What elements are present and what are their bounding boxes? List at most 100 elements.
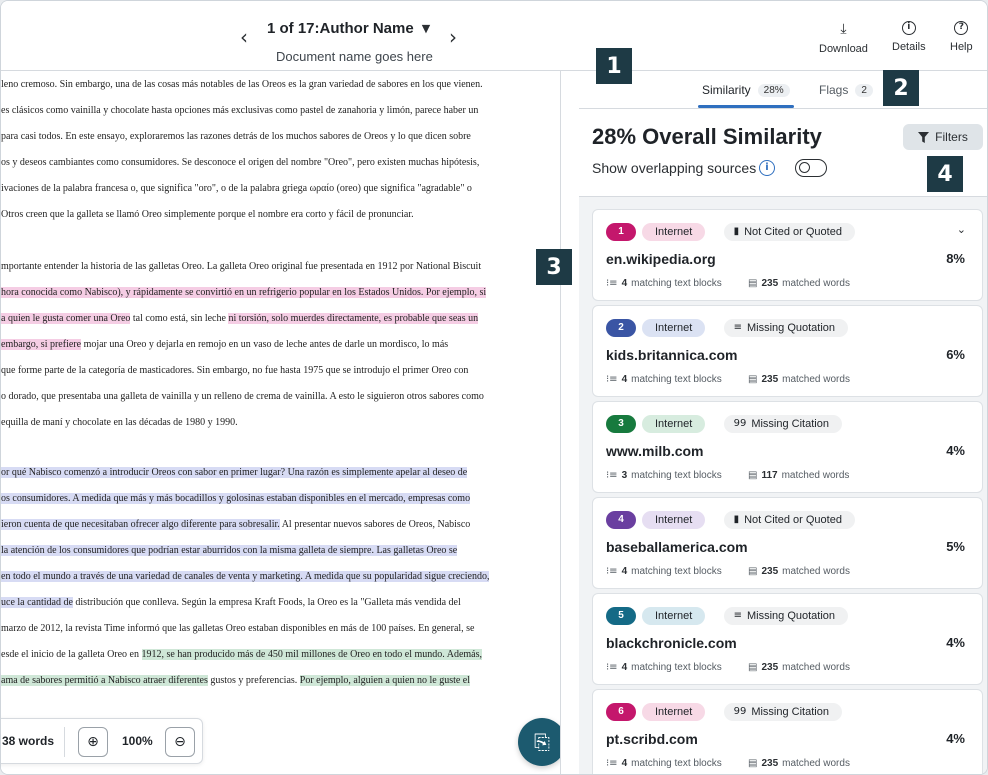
word-count: 38 words xyxy=(2,734,55,748)
source-number-badge: 6 xyxy=(606,703,636,721)
app-window: ‹ 1 of 17:Author Name ▼ Document name go… xyxy=(0,0,988,775)
matched-words: ▤ 117 matched words xyxy=(748,470,849,481)
callout-1: 1 xyxy=(596,48,632,84)
words-label: matched words xyxy=(782,278,850,289)
source-domain[interactable]: en.wikipedia.org xyxy=(606,251,716,267)
document-line: leno cremoso. Sin embargo, una de las co… xyxy=(1,76,487,94)
status-icon: 99 xyxy=(733,418,747,429)
text-segment: que forme parte de la categoría de masti… xyxy=(1,365,469,376)
status-icon: 99 xyxy=(733,706,747,717)
source-card[interactable]: 1 Internet ▮ Not Cited or Quoted ⌄ en.wikiped… xyxy=(592,209,983,301)
source-card[interactable]: 5 Internet ≡ Missing Quotation blackchronicl… xyxy=(592,593,983,685)
list-icon: ⁝≡ xyxy=(606,278,618,289)
source-card[interactable]: 3 Internet 99 Missing Citation www.milb.com 4… xyxy=(592,401,983,493)
highlighted-match[interactable]: en todo el mundo a través de una varieda… xyxy=(1,571,490,582)
details-button[interactable]: i Details xyxy=(892,21,926,53)
chevron-right-icon[interactable]: › xyxy=(441,25,465,49)
overlap-toggle[interactable] xyxy=(795,159,827,177)
status-label: Missing Quotation xyxy=(746,610,836,622)
highlighted-match[interactable]: ni torsión, solo muerdes directamente, e… xyxy=(228,313,479,324)
zoom-out-icon[interactable]: ⊖ xyxy=(165,727,195,757)
blocks-count: 4 xyxy=(621,758,628,769)
divider xyxy=(64,727,65,757)
source-percentage: 5% xyxy=(946,539,965,554)
list-icon: ⁝≡ xyxy=(606,662,618,673)
info-icon[interactable]: i xyxy=(759,160,775,176)
words-count: 235 xyxy=(761,374,779,385)
blocks-count: 4 xyxy=(621,566,628,577)
text-segment: mportante entender la historia de las ga… xyxy=(1,261,482,272)
download-button[interactable]: ⤓ Download xyxy=(819,21,868,55)
status-label: Missing Quotation xyxy=(746,322,836,334)
toggle-knob xyxy=(799,162,810,173)
matching-blocks: ⁝≡ 4 matching text blocks xyxy=(606,278,722,289)
filters-button[interactable]: Filters xyxy=(903,124,983,150)
highlighted-match[interactable]: uce la cantidad de xyxy=(1,597,73,608)
highlighted-match[interactable]: ama de sabores permitió a Nabisco atraer… xyxy=(1,675,208,686)
document-pane[interactable]: leno cremoso. Sin embargo, una de las co… xyxy=(1,71,561,774)
source-domain[interactable]: www.milb.com xyxy=(606,443,704,459)
document-line: equilla de maní y chocolate en las décad… xyxy=(1,414,242,432)
document-line: marzo de 2012, la revista Time informó q… xyxy=(1,620,479,638)
chevron-left-icon[interactable]: ‹ xyxy=(232,25,256,49)
highlighted-match[interactable]: or qué Nabisco comenzó a introducir Oreo… xyxy=(1,467,468,478)
callout-3: 3 xyxy=(536,249,572,285)
zoom-level: 100% xyxy=(122,734,153,748)
book-icon: ▤ xyxy=(748,470,758,481)
highlighted-match[interactable]: 1912, se han producido más de 450 mil mi… xyxy=(141,649,482,660)
highlighted-match[interactable]: la atención de los consumidores que podr… xyxy=(1,545,458,556)
document-line: os consumidores. A medida que más y más … xyxy=(1,490,474,508)
filters-label: Filters xyxy=(935,130,968,144)
integrity-icon[interactable]: ⎘ xyxy=(518,718,560,766)
document-line: es clásicos como vainilla y chocolate ha… xyxy=(1,102,482,120)
words-count: 117 xyxy=(761,470,778,481)
words-count: 235 xyxy=(761,278,779,289)
source-domain[interactable]: baseballamerica.com xyxy=(606,539,748,555)
top-bar: ‹ 1 of 17:Author Name ▼ Document name go… xyxy=(1,1,987,71)
chevron-down-icon[interactable]: ⌄ xyxy=(957,223,966,236)
source-type-pill: Internet xyxy=(642,511,706,529)
source-type-pill: Internet xyxy=(642,703,706,721)
document-line: la atención de los consumidores que podr… xyxy=(1,542,461,560)
document-line: esde el inicio de la galleta Oreo en 191… xyxy=(1,646,486,664)
source-card[interactable]: 4 Internet ▮ Not Cited or Quoted baseballame… xyxy=(592,497,983,589)
tab-similarity[interactable]: Similarity 28% xyxy=(702,83,790,97)
blocks-label: matching text blocks xyxy=(631,758,722,769)
text-segment: o dorado, que presentaba una galleta de … xyxy=(1,391,484,402)
source-percentage: 8% xyxy=(946,251,965,266)
document-title: 1 of 17:Author Name xyxy=(267,20,414,37)
highlighted-match[interactable]: a quien le gusta comer una Oreo xyxy=(1,313,131,324)
highlighted-match[interactable]: ieron cuenta de que necesitaban ofrecer … xyxy=(1,519,280,530)
source-domain[interactable]: blackchronicle.com xyxy=(606,635,737,651)
words-label: matched words xyxy=(782,374,850,385)
document-line: os y deseos cambiantes como consumidores… xyxy=(1,154,483,172)
filter-icon xyxy=(918,131,930,143)
highlighted-match[interactable]: os consumidores. A medida que más y más … xyxy=(1,493,471,504)
document-switcher[interactable]: 1 of 17:Author Name ▼ xyxy=(267,20,430,37)
status-pill: ≡ Missing Quotation xyxy=(723,607,849,625)
overall-similarity-title: 28% Overall Similarity xyxy=(592,124,822,149)
document-line: ieron cuenta de que necesitaban ofrecer … xyxy=(1,516,474,534)
highlighted-match[interactable]: hora conocida como Nabisco), y rápidamen… xyxy=(1,287,487,298)
help-button[interactable]: ? Help xyxy=(950,21,973,53)
source-card[interactable]: 2 Internet ≡ Missing Quotation kids.britanni… xyxy=(592,305,983,397)
source-card[interactable]: 6 Internet 99 Missing Citation pt.scribd.com… xyxy=(592,689,983,774)
zoom-in-icon[interactable]: ⊕ xyxy=(78,727,108,757)
document-line: a quien le gusta comer una Oreo tal como… xyxy=(1,310,482,328)
text-segment: os y deseos cambiantes como consumidores… xyxy=(1,157,480,168)
highlighted-match[interactable]: embargo, si prefiere xyxy=(1,339,82,350)
words-label: matched words xyxy=(782,662,850,673)
document-line: ama de sabores permitió a Nabisco atraer… xyxy=(1,672,474,690)
matched-words: ▤ 235 matched words xyxy=(748,662,850,673)
status-icon: ≡ xyxy=(733,322,742,333)
highlighted-match[interactable]: Por ejemplo, alguien a quien no le guste… xyxy=(299,675,471,686)
download-label: Download xyxy=(819,43,868,55)
tab-flags[interactable]: Flags 2 xyxy=(819,83,873,97)
source-domain[interactable]: kids.britannica.com xyxy=(606,347,737,363)
source-percentage: 6% xyxy=(946,347,965,362)
document-name: Document name goes here xyxy=(276,49,433,64)
status-pill: 99 Missing Citation xyxy=(723,415,842,433)
document-line: or qué Nabisco comenzó a introducir Oreo… xyxy=(1,464,471,482)
status-label: Not Cited or Quoted xyxy=(744,226,842,238)
source-domain[interactable]: pt.scribd.com xyxy=(606,731,698,747)
